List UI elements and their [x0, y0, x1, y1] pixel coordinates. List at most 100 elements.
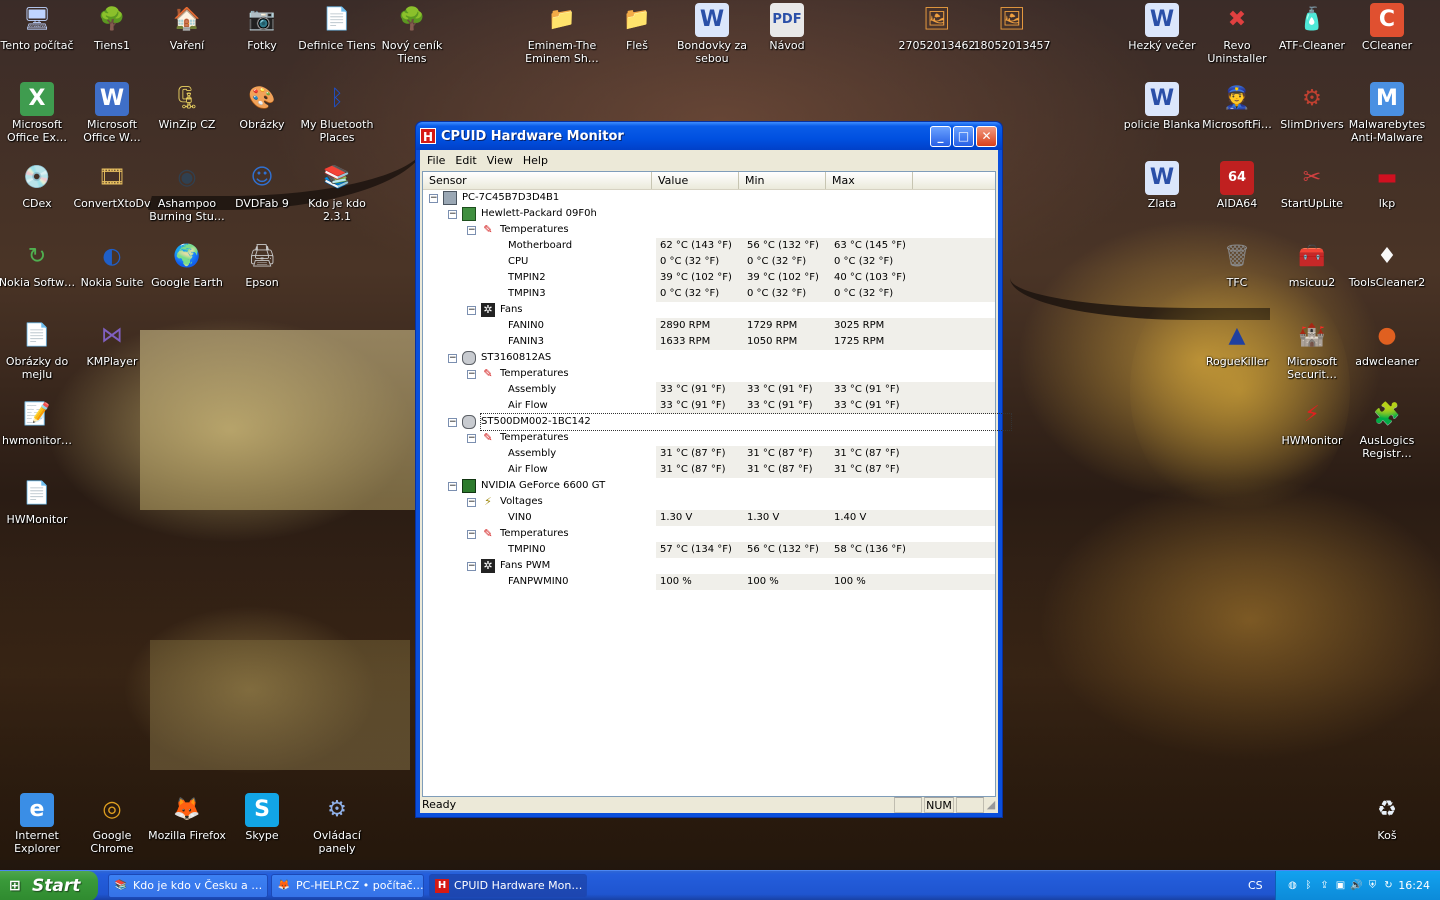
desktop-icon[interactable]: 📄 HWMonitor: [0, 477, 76, 526]
desktop-icon[interactable]: 🏰 Microsoft Securit…: [1273, 319, 1351, 381]
desktop-icon[interactable]: 👮 MicrosoftFi…: [1198, 82, 1276, 131]
desktop-icon[interactable]: 🧰 msicuu2: [1273, 240, 1351, 289]
column-header-max[interactable]: Max: [826, 172, 913, 189]
start-button[interactable]: ⊞ Start: [0, 871, 98, 900]
desktop-icon[interactable]: ⚡ HWMonitor: [1273, 398, 1351, 447]
hwmonitor-app-icon[interactable]: H: [420, 128, 436, 144]
desktop-icon[interactable]: ☺ DVDFab 9: [223, 161, 301, 210]
desktop-icon[interactable]: 🖨 Epson: [223, 240, 301, 289]
desktop-icon[interactable]: C CCleaner: [1348, 3, 1426, 52]
desktop-icon[interactable]: 🧴 ATF-Cleaner: [1273, 3, 1351, 52]
desktop-icon[interactable]: 🖼 27052013462: [898, 3, 976, 52]
tray-bluetooth-icon[interactable]: ᛒ: [1302, 879, 1315, 892]
desktop-icon[interactable]: ♦ ToolsCleaner2: [1348, 240, 1426, 289]
desktop-icon[interactable]: 💿 CDex: [0, 161, 76, 210]
column-header-value[interactable]: Value: [652, 172, 739, 189]
desktop-icon[interactable]: Wpolicie Blanka: [1123, 82, 1201, 131]
sensor-tree-list[interactable]: Sensor Value Min Max − PC-7C45B7D3D4B1− He…: [422, 171, 1012, 797]
desktop-icon[interactable]: 🧩 AusLogics Registr…: [1348, 398, 1426, 460]
desktop-icon[interactable]: 64 AIDA64: [1198, 161, 1276, 210]
close-button[interactable]: ✕: [976, 125, 997, 147]
taskbar-button[interactable]: H CPUID Hardware Mon…: [429, 874, 587, 898]
desktop-icon[interactable]: 🌳 Nový ceník Tiens: [373, 3, 451, 65]
desktop-icon[interactable]: 🗜 WinZip CZ: [148, 82, 226, 131]
desktop-icon[interactable]: ✖ Revo Uninstaller: [1198, 3, 1276, 65]
collapse-toggle[interactable]: −: [467, 498, 476, 507]
collapse-toggle[interactable]: −: [448, 210, 457, 219]
desktop-icon[interactable]: S Skype: [223, 793, 301, 842]
desktop-icon[interactable]: M Malwarebytes Anti-Malware: [1348, 82, 1426, 144]
desktop-icon[interactable]: X Microsoft Office Ex…: [0, 82, 76, 144]
collapse-toggle[interactable]: −: [467, 306, 476, 315]
desktop-icon[interactable]: 📁 Eminem-The Eminem Sh…: [523, 3, 601, 65]
tray-monitor-icon[interactable]: ▣: [1334, 879, 1347, 892]
tray-network-icon[interactable]: ◍: [1286, 879, 1299, 892]
sensor-row[interactable]: 100 % 100 % 100 % FANPWMIN0: [423, 574, 995, 590]
tray-security-icon[interactable]: ⛨: [1366, 879, 1379, 892]
sensor-group-row[interactable]: − ✎ Temperatures: [423, 222, 995, 238]
sensor-row[interactable]: 39 °C (102 °F) 39 °C (102 °F) 40 °C (103 °…: [423, 270, 995, 286]
sensor-group-row[interactable]: − PC-7C45B7D3D4B1: [423, 190, 995, 206]
tray-safely-remove-icon[interactable]: ⇪: [1318, 879, 1331, 892]
sensor-group-row[interactable]: − Hewlett-Packard 09F0h: [423, 206, 995, 222]
desktop-icon[interactable]: 🌍 Google Earth: [148, 240, 226, 289]
menu-help[interactable]: Help: [518, 154, 553, 167]
desktop-icon[interactable]: 🏠 Vaření: [148, 3, 226, 52]
sensor-row[interactable]: 2890 RPM 1729 RPM 3025 RPM FANIN0: [423, 318, 995, 334]
resize-grip-icon[interactable]: ◢: [984, 797, 998, 813]
desktop-icon[interactable]: 📚 Kdo je kdo 2.3.1: [298, 161, 376, 223]
menu-edit[interactable]: Edit: [450, 154, 481, 167]
column-header-sensor[interactable]: Sensor: [423, 172, 652, 189]
collapse-toggle[interactable]: −: [448, 418, 457, 427]
column-header-min[interactable]: Min: [739, 172, 826, 189]
desktop-icon[interactable]: W Hezký večer: [1123, 3, 1201, 52]
desktop-icon[interactable]: 📷 Fotky: [223, 3, 301, 52]
desktop-icon[interactable]: 🌳 Tiens1: [73, 3, 151, 52]
desktop-icon[interactable]: ⚙ Ovládací panely: [298, 793, 376, 855]
taskbar-button[interactable]: 🦊 PC-HELP.CZ • počítač…: [271, 874, 424, 898]
title-bar[interactable]: H CPUID Hardware Monitor _ □ ✕: [416, 122, 1002, 150]
desktop-icon[interactable]: 🎨 Obrázky: [223, 82, 301, 131]
desktop-icon[interactable]: 📄 Definice Tiens: [298, 3, 376, 52]
tray-volume-icon[interactable]: 🔊: [1350, 879, 1363, 892]
desktop-icon[interactable]: 🗑 TFC: [1198, 240, 1276, 289]
desktop-icon[interactable]: e Internet Explorer: [0, 793, 76, 855]
desktop-icon[interactable]: 🖼 18052013457: [973, 3, 1051, 52]
collapse-toggle[interactable]: −: [448, 482, 457, 491]
clock[interactable]: 16:24: [1398, 871, 1430, 900]
sensor-row[interactable]: 33 °C (91 °F) 33 °C (91 °F) 33 °C (91 °F) A…: [423, 398, 995, 414]
desktop-icon[interactable]: 📁 Fleš: [598, 3, 676, 52]
sensor-group-row[interactable]: − ✎ Temperatures: [423, 366, 995, 382]
desktop-icon[interactable]: PDF Návod: [748, 3, 826, 52]
desktop-icon[interactable]: ▬ lkp: [1348, 161, 1426, 210]
collapse-toggle[interactable]: −: [467, 370, 476, 379]
sensor-row[interactable]: 1.30 V 1.30 V 1.40 V VIN0: [423, 510, 995, 526]
desktop-icon[interactable]: W Microsoft Office W…: [73, 82, 151, 144]
collapse-toggle[interactable]: −: [467, 434, 476, 443]
desktop-icon[interactable]: ◉ Ashampoo Burning Stu…: [148, 161, 226, 223]
menu-file[interactable]: File: [422, 154, 450, 167]
collapse-toggle[interactable]: −: [467, 562, 476, 571]
desktop-icon[interactable]: ♻ Koš: [1348, 793, 1426, 842]
sensor-group-row[interactable]: − ✎ Temperatures: [423, 430, 995, 446]
desktop-icon[interactable]: ✂ StartUpLite: [1273, 161, 1351, 210]
hwmonitor-window[interactable]: H CPUID Hardware Monitor _ □ ✕ File Edit…: [415, 121, 1012, 818]
desktop-icon[interactable]: 📝 hwmonitor…: [0, 398, 76, 447]
minimize-button[interactable]: _: [930, 125, 951, 147]
desktop-icon[interactable]: ◎ Google Chrome: [73, 793, 151, 855]
sensor-row[interactable]: 31 °C (87 °F) 31 °C (87 °F) 31 °C (87 °F) A…: [423, 462, 995, 478]
sensor-row[interactable]: 57 °C (134 °F) 56 °C (132 °F) 58 °C (136 °…: [423, 542, 995, 558]
collapse-toggle[interactable]: −: [448, 354, 457, 363]
desktop-icon[interactable]: 🎞 ConvertXtoDv: [73, 161, 151, 210]
sensor-row[interactable]: 1633 RPM 1050 RPM 1725 RPM FANIN3: [423, 334, 995, 350]
sensor-group-row[interactable]: − NVIDIA GeForce 6600 GT: [423, 478, 995, 494]
sensor-group-row[interactable]: − ✎ Temperatures: [423, 526, 995, 542]
menu-view[interactable]: View: [482, 154, 518, 167]
desktop-icon[interactable]: ⋈ KMPlayer: [73, 319, 151, 368]
sensor-group-row[interactable]: − ✲ Fans: [423, 302, 995, 318]
collapse-toggle[interactable]: −: [467, 226, 476, 235]
desktop-icon[interactable]: 🖥 Tento počítač: [0, 3, 76, 52]
sensor-row[interactable]: 62 °C (143 °F) 56 °C (132 °F) 63 °C (145 °…: [423, 238, 995, 254]
sensor-group-row[interactable]: − ⚡ Voltages: [423, 494, 995, 510]
sensor-row[interactable]: 31 °C (87 °F) 31 °C (87 °F) 31 °C (87 °F) A…: [423, 446, 995, 462]
